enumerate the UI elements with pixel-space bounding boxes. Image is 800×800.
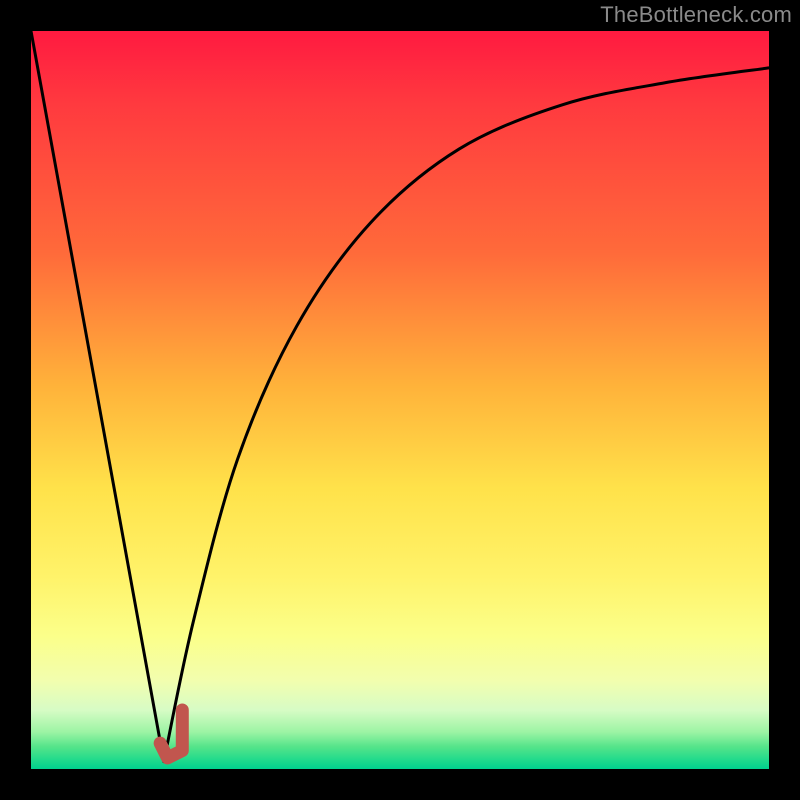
plot-area	[31, 31, 769, 769]
watermark-text: TheBottleneck.com	[600, 2, 792, 28]
chart-frame: TheBottleneck.com	[0, 0, 800, 800]
bottleneck-curve	[31, 31, 769, 762]
curve-layer	[31, 31, 769, 769]
